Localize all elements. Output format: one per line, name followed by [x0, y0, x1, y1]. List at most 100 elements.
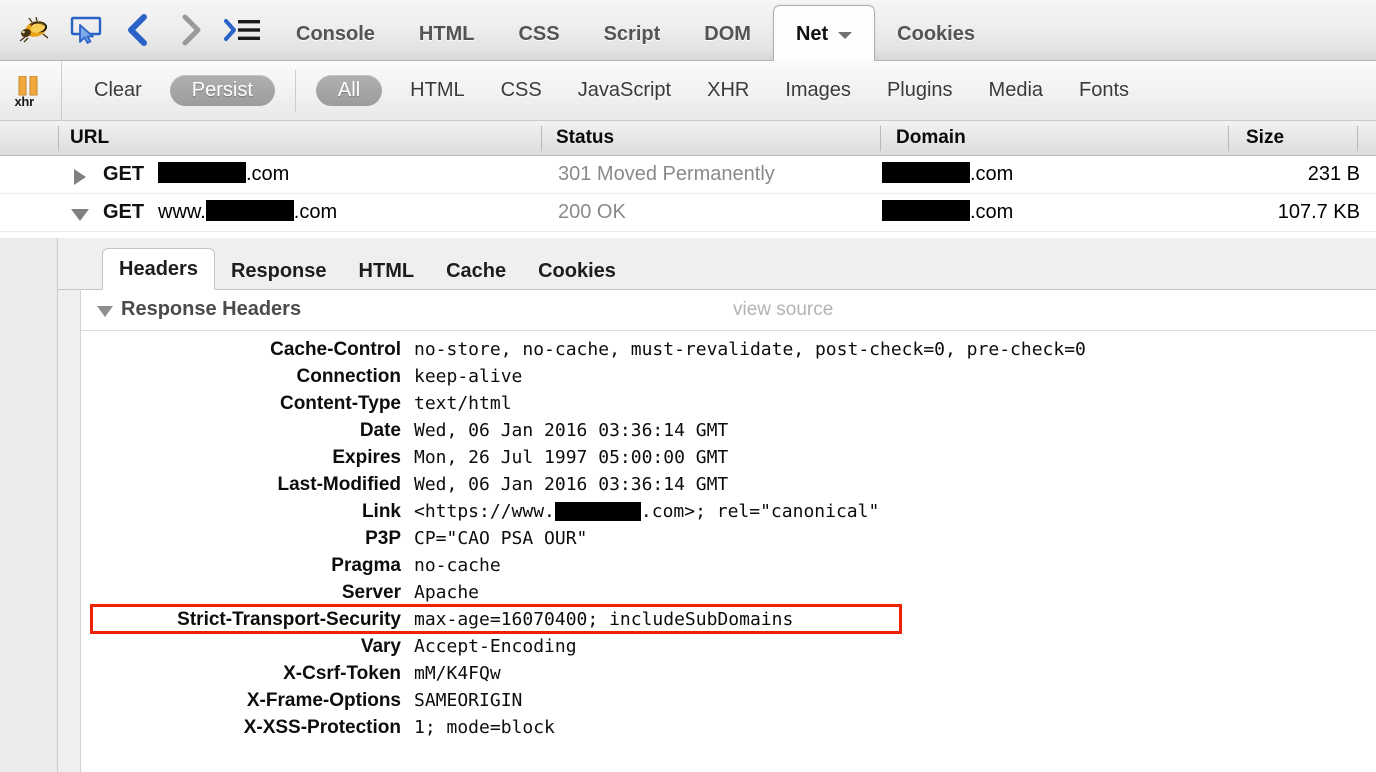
column-divider[interactable]: [880, 126, 881, 151]
header-row-content-type: Content-Type text/html: [81, 390, 1376, 417]
header-name: Connection: [81, 363, 401, 390]
header-name: Expires: [81, 444, 401, 471]
row-size: 231 B: [1150, 156, 1360, 194]
column-header-size[interactable]: Size: [1246, 121, 1284, 156]
filter-all[interactable]: All: [316, 75, 382, 106]
xhr-bars-icon: [18, 76, 40, 96]
header-row-connection: Connection keep-alive: [81, 363, 1376, 390]
header-name: X-XSS-Protection: [81, 714, 401, 741]
persist-toggle[interactable]: Persist: [170, 75, 275, 106]
filter-media[interactable]: Media: [971, 79, 1061, 102]
column-divider[interactable]: [541, 126, 542, 151]
header-name: Strict-Transport-Security: [81, 606, 401, 633]
toolbar-icon-group: [0, 0, 268, 60]
row-domain-suffix: .com: [970, 201, 1013, 223]
inspect-element-icon[interactable]: [60, 2, 112, 58]
subtab-cookies[interactable]: Cookies: [522, 252, 632, 290]
redaction-bar: [882, 162, 970, 183]
view-source-link[interactable]: view source: [733, 290, 833, 330]
filter-divider: [295, 70, 296, 112]
header-name: Cache-Control: [81, 336, 401, 363]
net-filter-bar: xhr Clear Persist All HTML CSS JavaScrip…: [0, 61, 1376, 121]
header-row-expires: Expires Mon, 26 Jul 1997 05:00:00 GMT: [81, 444, 1376, 471]
header-name: Last-Modified: [81, 471, 401, 498]
forward-arrow-icon[interactable]: [164, 2, 216, 58]
panel-menu-icon[interactable]: [216, 2, 268, 58]
header-row-link: Link <https://www. .com>; rel="canonical": [81, 498, 1376, 525]
header-value: text/html: [414, 390, 512, 417]
header-value: Wed, 06 Jan 2016 03:36:14 GMT: [414, 471, 728, 498]
filter-html[interactable]: HTML: [392, 79, 482, 102]
table-row[interactable]: GET www..com 200 OK .com 107.7 KB: [0, 194, 1376, 232]
subtab-cache[interactable]: Cache: [430, 252, 522, 290]
xhr-indicator[interactable]: xhr: [0, 61, 62, 121]
filter-css[interactable]: CSS: [483, 79, 560, 102]
header-value: Apache: [414, 579, 479, 606]
filter-fonts[interactable]: Fonts: [1061, 79, 1147, 102]
main-toolbar: Console HTML CSS Script DOM Net Cookies: [0, 0, 1376, 61]
tab-net[interactable]: Net: [773, 5, 875, 61]
header-row-server: Server Apache: [81, 579, 1376, 606]
header-row-pragma: Pragma no-cache: [81, 552, 1376, 579]
header-value: Mon, 26 Jul 1997 05:00:00 GMT: [414, 444, 728, 471]
tab-net-label: Net: [796, 7, 828, 61]
header-value-before: <https://www.: [414, 501, 555, 522]
panel-tabs: Console HTML CSS Script DOM Net Cookies: [274, 0, 997, 60]
header-value: CP="CAO PSA OUR": [414, 525, 587, 552]
row-collapse-twisty[interactable]: [71, 209, 89, 221]
table-row[interactable]: GET .com 301 Moved Permanently .com 231 …: [0, 156, 1376, 194]
column-divider[interactable]: [1228, 126, 1229, 151]
detail-inner: Headers Response HTML Cache Cookies Resp…: [58, 238, 1376, 772]
header-value: max-age=16070400; includeSubDomains: [414, 606, 793, 633]
row-domain: .com: [882, 194, 1013, 232]
tab-script[interactable]: Script: [582, 8, 683, 60]
row-url: .com: [158, 156, 289, 194]
row-expand-twisty[interactable]: [74, 169, 86, 185]
header-value: mM/K4FQw: [414, 660, 501, 687]
header-name: Vary: [81, 633, 401, 660]
header-name: X-Csrf-Token: [81, 660, 401, 687]
chevron-down-icon[interactable]: [838, 32, 852, 39]
response-headers-section-header[interactable]: Response Headers view source: [81, 290, 1376, 331]
section-twisty-icon[interactable]: [97, 306, 113, 317]
firebug-net-panel: Console HTML CSS Script DOM Net Cookies …: [0, 0, 1376, 772]
header-name: P3P: [81, 525, 401, 552]
filter-xhr[interactable]: XHR: [689, 79, 767, 102]
column-header-url[interactable]: URL: [70, 121, 109, 156]
header-value-after: .com>; rel="canonical": [641, 501, 879, 522]
header-value: keep-alive: [414, 363, 522, 390]
header-name: Pragma: [81, 552, 401, 579]
detail-subtabs: Headers Response HTML Cache Cookies: [102, 248, 632, 290]
subtab-headers[interactable]: Headers: [102, 248, 215, 290]
row-domain: .com: [882, 156, 1013, 194]
row-url-suffix: .com: [294, 201, 337, 223]
column-header-domain[interactable]: Domain: [896, 121, 966, 156]
subtab-response[interactable]: Response: [215, 252, 343, 290]
detail-gutter: [0, 238, 58, 772]
header-row-cache-control: Cache-Control no-store, no-cache, must-r…: [81, 336, 1376, 363]
net-column-headers: URL Status Domain Size: [0, 121, 1376, 156]
back-arrow-icon[interactable]: [112, 2, 164, 58]
tab-css[interactable]: CSS: [496, 8, 581, 60]
clear-button[interactable]: Clear: [76, 79, 160, 102]
header-name: Server: [81, 579, 401, 606]
header-name: X-Frame-Options: [81, 687, 401, 714]
tab-console[interactable]: Console: [274, 8, 397, 60]
header-name: Link: [81, 498, 401, 525]
filter-plugins[interactable]: Plugins: [869, 79, 971, 102]
header-row-date: Date Wed, 06 Jan 2016 03:36:14 GMT: [81, 417, 1376, 444]
redaction-bar: [206, 200, 294, 221]
row-url-prefix: www.: [158, 201, 206, 223]
header-value: <https://www. .com>; rel="canonical": [414, 498, 879, 525]
filter-images[interactable]: Images: [767, 79, 869, 102]
column-divider[interactable]: [58, 126, 59, 151]
tab-cookies[interactable]: Cookies: [875, 8, 997, 60]
filter-javascript[interactable]: JavaScript: [560, 79, 689, 102]
column-header-status[interactable]: Status: [556, 121, 614, 156]
firebug-bug-icon[interactable]: [8, 2, 60, 58]
tab-dom[interactable]: DOM: [682, 8, 773, 60]
header-row-x-xss-protection: X-XSS-Protection 1; mode=block: [81, 714, 1376, 741]
column-divider[interactable]: [1357, 126, 1358, 151]
tab-html[interactable]: HTML: [397, 8, 497, 60]
subtab-html[interactable]: HTML: [343, 252, 431, 290]
